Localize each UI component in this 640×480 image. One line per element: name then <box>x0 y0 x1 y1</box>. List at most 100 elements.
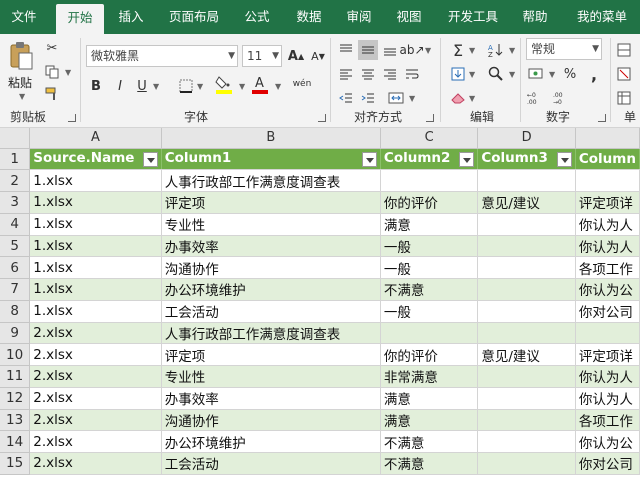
fill-dropdown-icon[interactable]: ▼ <box>469 70 475 79</box>
insert-cells-icon[interactable] <box>614 40 634 60</box>
table-header-cell[interactable]: Column3 <box>477 148 576 171</box>
cell[interactable]: 一般 <box>380 300 479 323</box>
cell[interactable]: 办事效率 <box>161 387 381 410</box>
percent-style-button[interactable]: % <box>560 64 580 84</box>
cell[interactable]: 1.xlsx <box>29 300 162 323</box>
cell[interactable]: 评定项 <box>161 191 381 214</box>
column-b-header[interactable]: B <box>161 128 381 149</box>
cell[interactable]: 满意 <box>380 387 479 410</box>
cell[interactable]: 1.xlsx <box>29 278 162 301</box>
font-color-icon[interactable]: A <box>250 74 270 94</box>
sort-filter-icon[interactable]: AZ <box>486 40 506 60</box>
align-right-icon[interactable] <box>380 64 400 84</box>
comma-style-button[interactable]: , <box>584 64 604 84</box>
font-color-dropdown-icon[interactable]: ▼ <box>275 82 281 91</box>
cell[interactable]: 评定项详 <box>575 343 640 366</box>
worksheet-grid[interactable]: A B C D 1 Source.Name Column1 Column2 Column3 Col… <box>0 128 640 480</box>
column-d-header[interactable]: D <box>477 128 576 149</box>
merge-center-icon[interactable] <box>386 88 406 108</box>
cell[interactable] <box>477 322 576 345</box>
tab-review[interactable]: 审阅 <box>336 0 382 34</box>
cell[interactable]: 2.xlsx <box>29 365 162 388</box>
cell[interactable]: 你认为人 <box>575 387 640 410</box>
cell[interactable]: 评定项 <box>161 343 381 366</box>
cell[interactable]: 2.xlsx <box>29 387 162 410</box>
increase-font-icon[interactable]: A ▲ <box>286 46 306 66</box>
row-header[interactable]: 15 <box>0 452 31 475</box>
cell[interactable]: 专业性 <box>161 365 381 388</box>
borders-dropdown-icon[interactable]: ▼ <box>197 82 203 91</box>
cell[interactable]: 你认为人 <box>575 235 640 258</box>
copy-dropdown-icon[interactable]: ▼ <box>65 68 71 77</box>
cell[interactable]: 不满意 <box>380 278 479 301</box>
cell[interactable] <box>477 169 576 192</box>
cell[interactable]: 你认为公 <box>575 278 640 301</box>
font-size-combo[interactable]: 11 ▼ <box>242 45 282 67</box>
cell[interactable]: 你认为人 <box>575 365 640 388</box>
cell[interactable] <box>380 322 479 345</box>
align-center-icon[interactable] <box>358 64 378 84</box>
increase-decimal-icon[interactable]: ←0.00 <box>526 88 546 108</box>
cell[interactable]: 2.xlsx <box>29 343 162 366</box>
find-dropdown-icon[interactable]: ▼ <box>509 70 515 79</box>
clipboard-launcher-icon[interactable] <box>68 114 76 122</box>
tab-page-layout[interactable]: 页面布局 <box>160 0 228 34</box>
cell[interactable]: 工会活动 <box>161 452 381 475</box>
cell[interactable] <box>477 430 576 453</box>
cell[interactable]: 满意 <box>380 409 479 432</box>
format-painter-icon[interactable] <box>42 84 62 104</box>
cell[interactable]: 沟通协作 <box>161 409 381 432</box>
paste-button-label[interactable]: 粘贴 <box>8 74 32 91</box>
cell[interactable] <box>477 365 576 388</box>
cell[interactable] <box>477 300 576 323</box>
tab-formulas[interactable]: 公式 <box>234 0 280 34</box>
filter-dropdown-icon[interactable] <box>142 152 158 168</box>
cell[interactable]: 不满意 <box>380 430 479 453</box>
chevron-down-icon[interactable]: ▼ <box>272 46 279 66</box>
fill-color-dropdown-icon[interactable]: ▼ <box>239 82 245 91</box>
cell[interactable]: 2.xlsx <box>29 409 162 432</box>
row-header[interactable]: 14 <box>0 430 31 453</box>
filter-dropdown-icon[interactable] <box>556 152 572 168</box>
autosum-icon[interactable]: Σ <box>448 40 468 60</box>
cell[interactable]: 人事行政部工作满意度调查表 <box>161 169 381 192</box>
tab-view[interactable]: 视图 <box>386 0 432 34</box>
row-header[interactable]: 13 <box>0 409 31 432</box>
tab-data[interactable]: 数据 <box>286 0 332 34</box>
accounting-format-icon[interactable] <box>526 64 546 84</box>
cell[interactable]: 1.xlsx <box>29 213 162 236</box>
table-header-cell[interactable]: Column2 <box>380 148 479 171</box>
tab-developer[interactable]: 开发工具 <box>440 0 506 34</box>
cell[interactable] <box>380 169 479 192</box>
cell[interactable]: 你对公司 <box>575 300 640 323</box>
underline-dropdown-icon[interactable]: ▼ <box>153 82 159 91</box>
alignment-launcher-icon[interactable] <box>426 114 434 122</box>
chevron-down-icon[interactable]: ▼ <box>228 46 235 66</box>
cell[interactable]: 2.xlsx <box>29 452 162 475</box>
increase-indent-icon[interactable] <box>358 88 378 108</box>
cell[interactable]: 1.xlsx <box>29 191 162 214</box>
row-header[interactable]: 12 <box>0 387 31 410</box>
delete-cells-icon[interactable] <box>614 64 634 84</box>
number-format-combo[interactable]: 常规 ▼ <box>526 38 602 60</box>
decrease-font-icon[interactable]: A ▼ <box>308 46 328 66</box>
column-e-header[interactable] <box>575 128 640 149</box>
cell[interactable] <box>575 169 640 192</box>
cell[interactable] <box>477 278 576 301</box>
cell[interactable] <box>477 452 576 475</box>
table-header-cell[interactable]: Source.Name <box>29 148 162 171</box>
filter-dropdown-icon[interactable] <box>361 152 377 168</box>
chevron-down-icon[interactable]: ▼ <box>592 39 599 59</box>
orientation-icon[interactable]: ab↗ <box>399 40 424 60</box>
cell[interactable]: 不满意 <box>380 452 479 475</box>
cell[interactable]: 沟通协作 <box>161 256 381 279</box>
find-select-icon[interactable] <box>486 64 506 84</box>
cell[interactable]: 你认为公 <box>575 430 640 453</box>
row-header[interactable]: 4 <box>0 213 31 236</box>
align-top-icon[interactable] <box>336 40 356 60</box>
cell[interactable]: 办公环境维护 <box>161 430 381 453</box>
borders-icon[interactable] <box>176 76 196 96</box>
cell[interactable]: 一般 <box>380 235 479 258</box>
row-header[interactable]: 2 <box>0 169 31 192</box>
align-bottom-icon[interactable] <box>380 40 400 60</box>
